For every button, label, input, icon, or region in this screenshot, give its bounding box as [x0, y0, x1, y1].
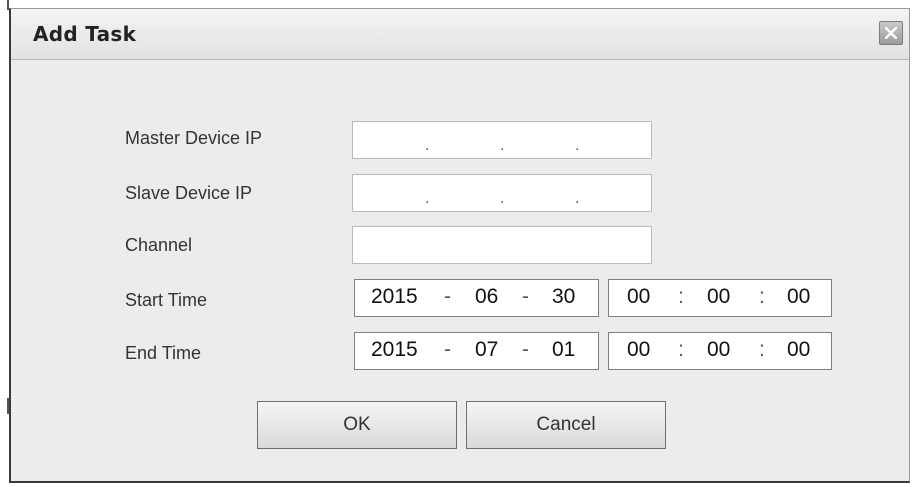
- end-hour[interactable]: 00: [627, 338, 650, 362]
- master-device-ip-input[interactable]: . . .: [352, 121, 652, 159]
- time-separator: :: [759, 285, 765, 308]
- end-time-label: End Time: [125, 343, 202, 363]
- start-minute[interactable]: 00: [707, 285, 730, 309]
- end-second[interactable]: 00: [787, 338, 810, 362]
- time-separator: :: [678, 338, 684, 361]
- ip-separator: .: [500, 190, 505, 207]
- end-year[interactable]: 2015: [371, 338, 418, 362]
- dialog-title: Add Task: [33, 22, 137, 46]
- start-second[interactable]: 00: [787, 285, 810, 309]
- time-separator: :: [759, 338, 765, 361]
- start-day[interactable]: 30: [552, 285, 575, 309]
- ip-separator: .: [575, 137, 580, 154]
- close-button[interactable]: [879, 21, 903, 45]
- ip-separator: .: [575, 190, 580, 207]
- slave-device-ip-input[interactable]: . . .: [352, 174, 652, 212]
- end-month[interactable]: 07: [475, 338, 498, 362]
- date-separator: -: [522, 285, 529, 308]
- cancel-button[interactable]: Cancel: [466, 401, 666, 449]
- end-minute[interactable]: 00: [707, 338, 730, 362]
- start-date-input[interactable]: 2015 - 06 - 30: [354, 279, 599, 317]
- channel-input[interactable]: [352, 226, 652, 264]
- time-separator: :: [678, 285, 684, 308]
- date-separator: -: [444, 338, 451, 361]
- date-separator: -: [522, 338, 529, 361]
- ip-separator: .: [500, 137, 505, 154]
- start-year[interactable]: 2015: [371, 285, 418, 309]
- ok-button[interactable]: OK: [257, 401, 457, 449]
- end-clock-input[interactable]: 00 : 00 : 00: [608, 332, 832, 370]
- start-hour[interactable]: 00: [627, 285, 650, 309]
- end-day[interactable]: 01: [552, 338, 575, 362]
- close-icon: [885, 27, 897, 39]
- start-month[interactable]: 06: [475, 285, 498, 309]
- add-task-dialog: Add Task Master Device IP . . . Slave De…: [9, 8, 910, 483]
- ip-separator: .: [425, 190, 430, 207]
- master-device-ip-label: Master Device IP: [125, 128, 263, 148]
- ip-separator: .: [425, 137, 430, 154]
- dialog-titlebar: Add Task: [11, 9, 909, 60]
- date-separator: -: [444, 285, 451, 308]
- channel-label: Channel: [125, 235, 193, 255]
- start-clock-input[interactable]: 00 : 00 : 00: [608, 279, 832, 317]
- end-date-input[interactable]: 2015 - 07 - 01: [354, 332, 599, 370]
- slave-device-ip-label: Slave Device IP: [125, 183, 253, 203]
- start-time-label: Start Time: [125, 290, 208, 310]
